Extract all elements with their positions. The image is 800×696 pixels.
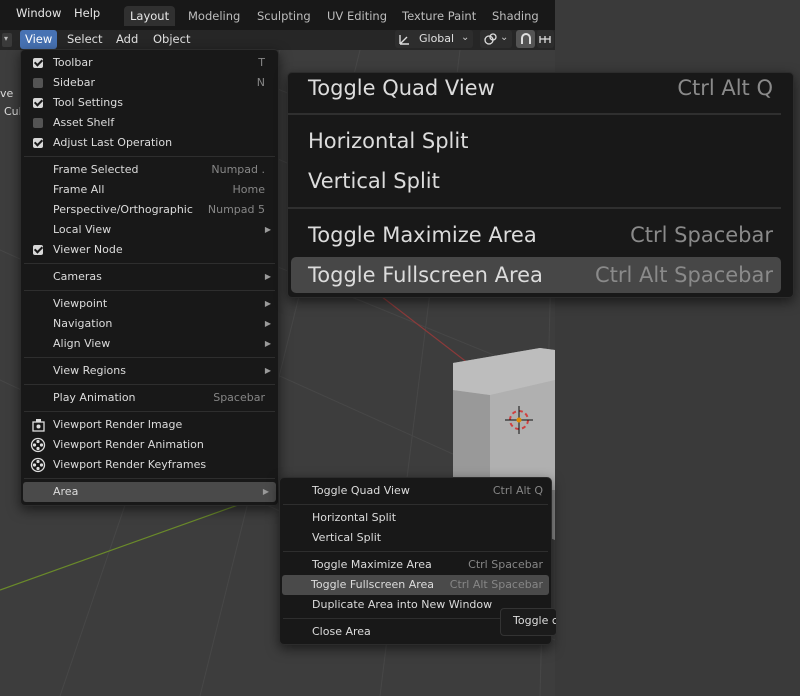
render-animation-icon bbox=[30, 437, 46, 453]
tab-shading[interactable]: Shading bbox=[486, 6, 545, 26]
menu-separator bbox=[24, 290, 275, 291]
menu-item-local-view[interactable]: Local View ▶ bbox=[21, 220, 278, 240]
snap-increment-icon bbox=[539, 36, 551, 43]
submenu-arrow-icon: ▶ bbox=[264, 339, 271, 348]
view-menu: Toolbar T Sidebar N Tool Settings Asset Sh… bbox=[20, 49, 279, 506]
top-bar: Window Help Layout Modeling Sculpting UV… bbox=[0, 0, 555, 30]
menu-item-toolbar[interactable]: Toolbar T bbox=[21, 53, 278, 73]
viewport-label-fragment: ve bbox=[0, 87, 14, 100]
checkbox-checked-icon[interactable] bbox=[33, 98, 43, 108]
chevron-down-icon: ⌄ bbox=[500, 32, 509, 43]
chevron-down-icon: ⌄ bbox=[461, 32, 470, 43]
tab-uv-editing[interactable]: UV Editing bbox=[321, 6, 393, 26]
pivot-dropdown[interactable]: ⌄ bbox=[480, 30, 512, 48]
menu-item-frame-all[interactable]: Frame All Home bbox=[21, 180, 278, 200]
checkbox-unchecked-icon[interactable] bbox=[33, 78, 43, 88]
transform-orientation-dropdown[interactable]: Global ⌄ bbox=[395, 30, 473, 48]
menu-separator bbox=[24, 156, 275, 157]
render-keyframes-icon bbox=[30, 457, 46, 473]
menu-window[interactable]: Window bbox=[16, 6, 61, 20]
menu-item-toggle-quad-view[interactable]: Toggle Quad View Ctrl Alt Q bbox=[280, 481, 551, 501]
checkbox-checked-icon[interactable] bbox=[33, 138, 43, 148]
orientation-icon bbox=[399, 35, 409, 45]
menu-item-horizontal-split[interactable]: Horizontal Split bbox=[280, 508, 551, 528]
magnet-icon bbox=[521, 33, 531, 44]
submenu-arrow-icon: ▶ bbox=[264, 225, 271, 234]
zoom-item-vertical-split: Vertical Split bbox=[308, 169, 440, 193]
menu-item-align-view[interactable]: Align View ▶ bbox=[21, 334, 278, 354]
pivot-icon bbox=[484, 33, 497, 45]
tab-modeling[interactable]: Modeling bbox=[182, 6, 246, 26]
menu-separator bbox=[24, 384, 275, 385]
menu-select[interactable]: Select bbox=[62, 30, 107, 49]
tooltip-text: Toggle c bbox=[513, 614, 557, 627]
zoomed-area-menu-inset: Toggle Quad View Ctrl Alt Q Horizontal Sp… bbox=[287, 72, 794, 298]
menu-help[interactable]: Help bbox=[74, 6, 100, 20]
menu-item-viewport-render-keyframes[interactable]: Viewport Render Keyframes bbox=[21, 455, 278, 475]
menu-item-viewport-render-image[interactable]: Viewport Render Image bbox=[21, 415, 278, 435]
submenu-arrow-icon: ▶ bbox=[264, 366, 271, 375]
tab-sculpting[interactable]: Sculpting bbox=[251, 6, 317, 26]
menu-item-toggle-maximize-area[interactable]: Toggle Maximize Area Ctrl Spacebar bbox=[280, 555, 551, 575]
menu-item-play-animation[interactable]: Play Animation Spacebar bbox=[21, 388, 278, 408]
snap-toggle[interactable] bbox=[516, 30, 535, 48]
menu-separator bbox=[24, 411, 275, 412]
menu-item-frame-selected[interactable]: Frame Selected Numpad . bbox=[21, 160, 278, 180]
checkbox-unchecked-icon[interactable] bbox=[33, 118, 43, 128]
menu-item-viewport-render-animation[interactable]: Viewport Render Animation bbox=[21, 435, 278, 455]
menu-item-sidebar[interactable]: Sidebar N bbox=[21, 73, 278, 93]
menu-item-viewpoint[interactable]: Viewpoint ▶ bbox=[21, 294, 278, 314]
menu-item-asset-shelf[interactable]: Asset Shelf bbox=[21, 113, 278, 133]
menu-separator bbox=[24, 478, 275, 479]
menu-item-adjust-last-operation[interactable]: Adjust Last Operation bbox=[21, 133, 278, 153]
menu-object[interactable]: Object bbox=[148, 30, 195, 49]
menu-add[interactable]: Add bbox=[111, 30, 143, 49]
menu-item-vertical-split[interactable]: Vertical Split bbox=[280, 528, 551, 548]
zoom-item-toggle-fullscreen-area: Toggle Fullscreen Area Ctrl Alt Spacebar bbox=[291, 257, 781, 293]
menu-separator bbox=[288, 113, 781, 115]
submenu-arrow-icon: ▶ bbox=[264, 319, 271, 328]
menu-view[interactable]: View bbox=[20, 30, 58, 49]
menu-separator bbox=[24, 357, 275, 358]
tab-texture-paint[interactable]: Texture Paint bbox=[396, 6, 482, 26]
menu-separator bbox=[288, 207, 781, 209]
menu-item-cameras[interactable]: Cameras ▶ bbox=[21, 267, 278, 287]
menu-item-toggle-fullscreen-area[interactable]: Toggle Fullscreen Area Ctrl Alt Spacebar bbox=[282, 575, 549, 595]
checkbox-checked-icon[interactable] bbox=[33, 245, 43, 255]
tooltip: Toggle c bbox=[500, 608, 557, 636]
menu-item-tool-settings[interactable]: Tool Settings bbox=[21, 93, 278, 113]
zoom-item-horizontal-split: Horizontal Split bbox=[308, 129, 469, 153]
chevron-down-icon: ▾ bbox=[4, 34, 9, 43]
orientation-value: Global bbox=[419, 32, 455, 45]
menu-item-area[interactable]: Area ▶ bbox=[23, 482, 276, 502]
menu-item-view-regions[interactable]: View Regions ▶ bbox=[21, 361, 278, 381]
menu-item-navigation[interactable]: Navigation ▶ bbox=[21, 314, 278, 334]
submenu-arrow-icon: ▶ bbox=[264, 299, 271, 308]
menu-separator bbox=[24, 263, 275, 264]
submenu-arrow-icon: ▶ bbox=[264, 272, 271, 281]
menu-item-viewer-node[interactable]: Viewer Node bbox=[21, 240, 278, 260]
snap-target-dropdown[interactable] bbox=[537, 30, 554, 48]
render-image-icon bbox=[32, 419, 45, 432]
submenu-arrow-icon: ▶ bbox=[262, 487, 269, 496]
checkbox-checked-icon[interactable] bbox=[33, 58, 43, 68]
menu-separator bbox=[283, 504, 548, 505]
zoom-item-toggle-quad-view: Toggle Quad View Ctrl Alt Q bbox=[308, 76, 773, 100]
menu-separator bbox=[283, 551, 548, 552]
zoom-item-toggle-maximize-area: Toggle Maximize Area Ctrl Spacebar bbox=[308, 223, 773, 247]
menu-item-perspective-orthographic[interactable]: Perspective/Orthographic Numpad 5 bbox=[21, 200, 278, 220]
tab-layout[interactable]: Layout bbox=[124, 6, 176, 26]
